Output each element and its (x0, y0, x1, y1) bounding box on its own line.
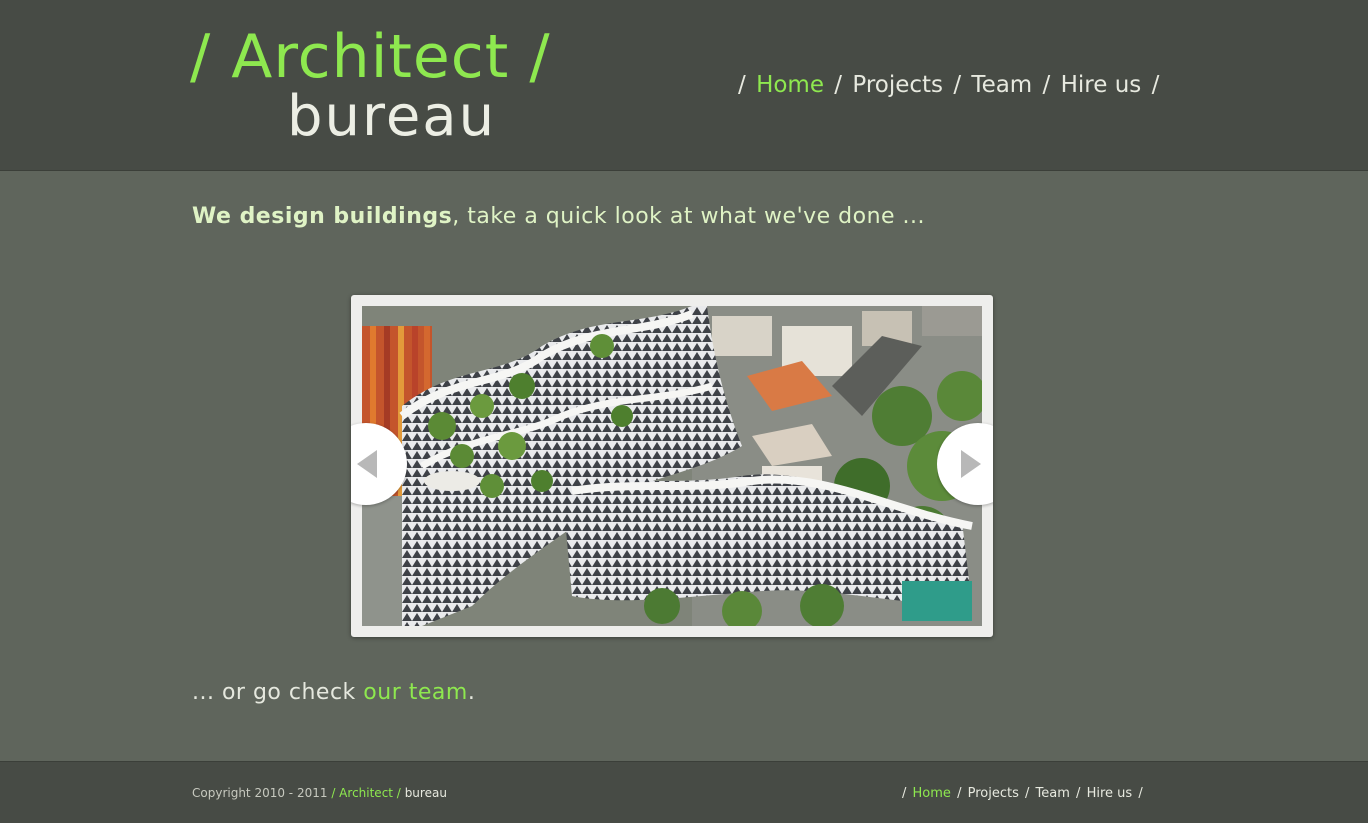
next-button[interactable] (937, 423, 993, 505)
nav-item-projects[interactable]: Projects (852, 72, 943, 98)
logo-subtitle[interactable]: bureau (287, 84, 496, 150)
footer-nav-home[interactable]: Home (913, 786, 951, 801)
site-header: / Architect / bureau / Home / Projects /… (0, 0, 1368, 171)
main-nav: / Home / Projects / Team / Hire us / (735, 72, 1162, 98)
nav-separator: / (738, 72, 746, 98)
cta-prefix: ... or go check (192, 680, 364, 705)
footer-nav-projects[interactable]: Projects (968, 786, 1019, 801)
tagline: We design buildings, take a quick look a… (192, 204, 925, 229)
building-photo (362, 306, 982, 626)
logo-title[interactable]: / Architect / (190, 22, 551, 92)
triangle-right-icon (961, 450, 981, 478)
footer-nav: / Home / Projects / Team / Hire us / (900, 786, 1145, 801)
nav-separator: / (1025, 786, 1030, 801)
nav-item-home[interactable]: Home (756, 72, 824, 98)
nav-separator: / (1151, 72, 1160, 98)
our-team-link[interactable]: our team (363, 680, 468, 705)
footer-brand-green: / Architect / (331, 786, 401, 800)
prev-button[interactable] (351, 423, 407, 505)
nav-separator: / (1076, 786, 1081, 801)
cta-suffix: . (467, 680, 476, 705)
slide-image (362, 306, 982, 626)
team-cta: ... or go check our team. (192, 680, 475, 705)
nav-separator: / (953, 72, 962, 98)
prev-control (351, 295, 407, 637)
copyright-text: Copyright 2010 - 2011 (192, 786, 328, 800)
nav-separator: / (1042, 72, 1051, 98)
project-slider (351, 295, 993, 637)
nav-separator: / (834, 72, 843, 98)
tagline-strong: We design buildings (192, 204, 453, 229)
footer-brand-white: bureau (404, 786, 447, 800)
tagline-rest: , take a quick look at what we've done .… (452, 204, 926, 229)
nav-item-hire-us[interactable]: Hire us (1061, 72, 1142, 98)
copyright: Copyright 2010 - 2011 / Architect / bure… (192, 786, 447, 800)
footer-nav-hire-us[interactable]: Hire us (1087, 786, 1133, 801)
nav-separator: / (957, 786, 962, 801)
site-footer: Copyright 2010 - 2011 / Architect / bure… (0, 761, 1368, 823)
nav-separator: / (902, 786, 907, 801)
nav-item-team[interactable]: Team (971, 72, 1032, 98)
next-control (937, 295, 993, 637)
footer-nav-team[interactable]: Team (1036, 786, 1070, 801)
nav-separator: / (1138, 786, 1143, 801)
triangle-left-icon (357, 450, 377, 478)
